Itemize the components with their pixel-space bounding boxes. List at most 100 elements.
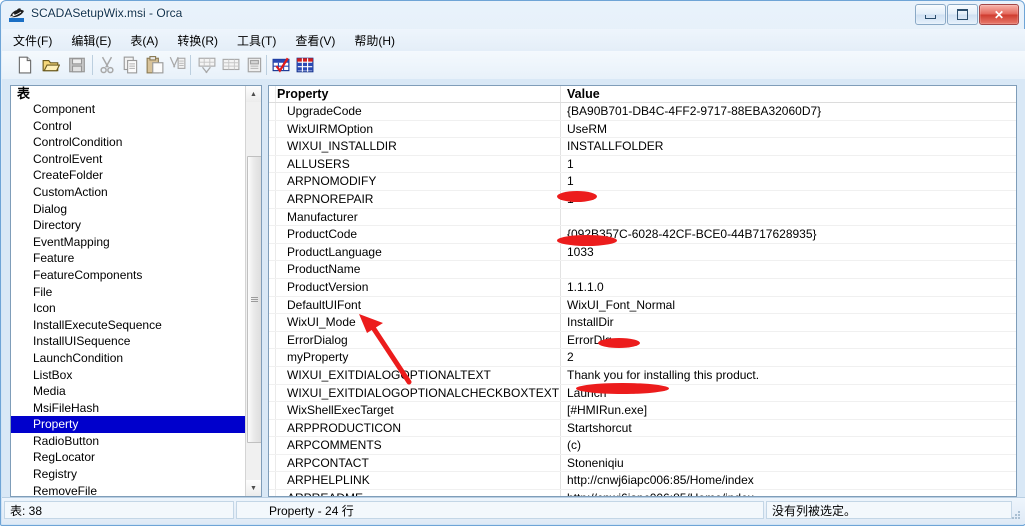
tables-tree-panel[interactable]: 表 Component Control ControlCondition Contro…: [10, 85, 262, 497]
tree-item-reglocator[interactable]: RegLocator: [11, 449, 247, 466]
cell-property[interactable]: ARPCOMMENTS: [269, 437, 560, 454]
table-row[interactable]: ARPCOMMENTS (c): [269, 437, 1016, 455]
tree-item-listbox[interactable]: ListBox: [11, 367, 247, 384]
menu-view[interactable]: 查看(V): [287, 30, 343, 51]
cell-value[interactable]: WixUI_Font_Normal: [562, 297, 1016, 314]
grid-body[interactable]: UpgradeCode {BA90B701-DB4C-4FF2-9717-88EB…: [269, 103, 1016, 496]
column-header-property[interactable]: Property: [269, 86, 560, 102]
menu-edit[interactable]: 编辑(E): [63, 30, 119, 51]
cell-property[interactable]: DefaultUIFont: [269, 297, 560, 314]
table-row[interactable]: WixUI_Mode InstallDir: [269, 314, 1016, 332]
cell-property[interactable]: WixUIRMOption: [269, 121, 560, 138]
tree-item-launchcondition[interactable]: LaunchCondition: [11, 350, 247, 367]
cell-value[interactable]: 1: [562, 173, 1016, 190]
cell-property[interactable]: Manufacturer: [269, 209, 560, 226]
cell-value[interactable]: UseRM: [562, 121, 1016, 138]
cell-value[interactable]: INSTALLFOLDER: [562, 138, 1016, 155]
tree-scrollbar-thumb[interactable]: [247, 156, 261, 443]
tree-item-media[interactable]: Media: [11, 383, 247, 400]
cell-property[interactable]: ARPHELPLINK: [269, 472, 560, 489]
cell-value[interactable]: {BA90B701-DB4C-4FF2-9717-88EBA32060D7}: [562, 103, 1016, 120]
cell-value[interactable]: 1: [562, 156, 1016, 173]
table-row[interactable]: ErrorDialog ErrorDlg: [269, 332, 1016, 350]
tree-item-featurecomponents[interactable]: FeatureComponents: [11, 267, 247, 284]
close-button[interactable]: ✕: [979, 4, 1019, 25]
cell-value[interactable]: http://cnwj6iapc006:85/Home/index: [562, 472, 1016, 489]
cell-property[interactable]: ARPCONTACT: [269, 455, 560, 472]
tree-item-installuisequence[interactable]: InstallUISequence: [11, 333, 247, 350]
tables-tree-list[interactable]: Component Control ControlCondition ControlE…: [11, 101, 247, 496]
open-icon[interactable]: [42, 56, 60, 74]
tree-item-removefile[interactable]: RemoveFile: [11, 483, 247, 496]
cell-value[interactable]: Stoneniqiu: [562, 455, 1016, 472]
cell-value[interactable]: 1033: [562, 244, 1016, 261]
cell-value[interactable]: Thank you for installing this product.: [562, 367, 1016, 384]
tree-scrollbar[interactable]: ▲ ▼: [245, 86, 261, 496]
cell-value[interactable]: 1.1.1.0: [562, 279, 1016, 296]
menu-tools[interactable]: 工具(T): [229, 30, 284, 51]
menu-table[interactable]: 表(A): [122, 30, 166, 51]
menu-transform[interactable]: 转换(R): [169, 30, 226, 51]
cell-property[interactable]: ErrorDialog: [269, 332, 560, 349]
table-row[interactable]: ProductVersion 1.1.1.0: [269, 279, 1016, 297]
cell-property[interactable]: ProductCode: [269, 226, 560, 243]
table-row[interactable]: Manufacturer: [269, 209, 1016, 227]
property-data-grid[interactable]: Property Value UpgradeCode {BA90B701-DB4C…: [268, 85, 1017, 497]
cell-property[interactable]: WIXUI_INSTALLDIR: [269, 138, 560, 155]
cell-property[interactable]: myProperty: [269, 349, 560, 366]
table-row[interactable]: DefaultUIFont WixUI_Font_Normal: [269, 297, 1016, 315]
table-row[interactable]: ProductLanguage 1033: [269, 244, 1016, 262]
tree-item-radiobutton[interactable]: RadioButton: [11, 433, 247, 450]
tree-item-property[interactable]: Property: [11, 416, 247, 433]
menu-file[interactable]: 文件(F): [5, 30, 60, 51]
column-header-value[interactable]: Value: [562, 86, 1016, 102]
cell-property[interactable]: ARPNOREPAIR: [269, 191, 560, 208]
tree-item-icon[interactable]: Icon: [11, 300, 247, 317]
cell-property[interactable]: WixUI_Mode: [269, 314, 560, 331]
validate-table-icon[interactable]: [272, 56, 290, 74]
cell-property[interactable]: WIXUI_EXITDIALOGOPTIONALTEXT: [269, 367, 560, 384]
new-icon[interactable]: [16, 56, 34, 74]
table-row[interactable]: ProductName: [269, 261, 1016, 279]
cell-value[interactable]: (c): [562, 437, 1016, 454]
tree-item-control[interactable]: Control: [11, 118, 247, 135]
cell-property[interactable]: ARPREADME: [269, 490, 560, 496]
cell-property[interactable]: ARPNOMODIFY: [269, 173, 560, 190]
table-row[interactable]: WixShellExecTarget [#HMIRun.exe]: [269, 402, 1016, 420]
tree-item-dialog[interactable]: Dialog: [11, 201, 247, 218]
cell-value[interactable]: http://cnwj6iapc006:85/Home/index: [562, 490, 1016, 496]
cell-value[interactable]: [#HMIRun.exe]: [562, 402, 1016, 419]
table-row[interactable]: ARPCONTACT Stoneniqiu: [269, 455, 1016, 473]
tree-item-file[interactable]: File: [11, 284, 247, 301]
cell-property[interactable]: ProductName: [269, 261, 560, 278]
table-row[interactable]: UpgradeCode {BA90B701-DB4C-4FF2-9717-88EB…: [269, 103, 1016, 121]
title-bar[interactable]: SCADASetupWix.msi - Orca ✕: [1, 1, 1025, 29]
tree-item-msifilehash[interactable]: MsiFileHash: [11, 400, 247, 417]
tree-item-createfolder[interactable]: CreateFolder: [11, 167, 247, 184]
tree-item-controlcondition[interactable]: ControlCondition: [11, 134, 247, 151]
table-grid-icon[interactable]: [296, 56, 314, 74]
tree-item-installexecutesequence[interactable]: InstallExecuteSequence: [11, 317, 247, 334]
menu-help[interactable]: 帮助(H): [346, 30, 403, 51]
table-row[interactable]: WixUIRMOption UseRM: [269, 121, 1016, 139]
cell-property[interactable]: ProductVersion: [269, 279, 560, 296]
tree-item-directory[interactable]: Directory: [11, 217, 247, 234]
table-row[interactable]: ARPHELPLINK http://cnwj6iapc006:85/Home/i…: [269, 472, 1016, 491]
table-row[interactable]: ProductCode {092B357C-6028-42CF-BCE0-44B7…: [269, 226, 1016, 244]
table-row[interactable]: ARPPRODUCTICON Startshorcut: [269, 420, 1016, 438]
cell-value[interactable]: 1: [562, 191, 1016, 208]
cell-property[interactable]: UpgradeCode: [269, 103, 560, 120]
tree-item-feature[interactable]: Feature: [11, 250, 247, 267]
tree-item-registry[interactable]: Registry: [11, 466, 247, 483]
minimize-button[interactable]: [915, 4, 946, 25]
scroll-up-icon[interactable]: ▲: [246, 86, 261, 102]
cell-property[interactable]: ARPPRODUCTICON: [269, 420, 560, 437]
resize-grip-icon[interactable]: [1010, 509, 1022, 521]
scroll-down-icon[interactable]: ▼: [246, 480, 261, 496]
cell-value[interactable]: InstallDir: [562, 314, 1016, 331]
tree-item-controlevent[interactable]: ControlEvent: [11, 151, 247, 168]
cell-property[interactable]: ALLUSERS: [269, 156, 560, 173]
cell-property[interactable]: WixShellExecTarget: [269, 402, 560, 419]
table-row[interactable]: WIXUI_INSTALLDIR INSTALLFOLDER: [269, 138, 1016, 156]
cell-value[interactable]: Startshorcut: [562, 420, 1016, 437]
